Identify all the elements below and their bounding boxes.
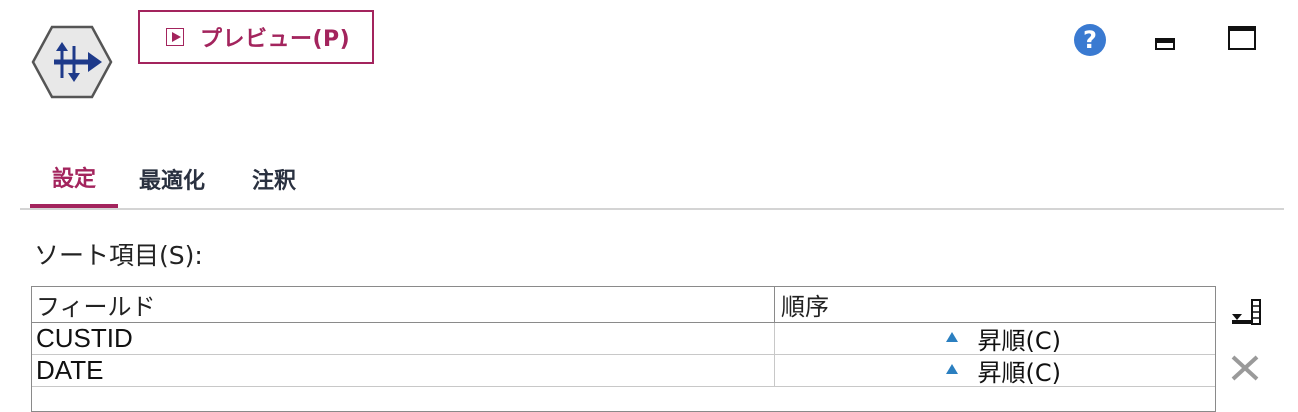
field-cell[interactable]: CUSTID — [32, 323, 775, 354]
order-value: 昇順(C) — [977, 359, 1061, 387]
delete-icon[interactable] — [1230, 354, 1260, 382]
tab-optimization[interactable]: 最適化 — [130, 150, 214, 208]
tab-settings[interactable]: 設定 — [30, 150, 118, 208]
column-header-field[interactable]: フィールド — [32, 287, 775, 322]
sort-fields-label: ソート項目(S): — [34, 241, 203, 270]
tab-annotations[interactable]: 注釈 — [242, 150, 306, 208]
play-icon — [166, 28, 184, 46]
preview-button[interactable]: プレビュー(P) — [138, 10, 374, 64]
order-value: 昇順(C) — [977, 327, 1061, 355]
table-row[interactable]: CUSTID 昇順(C) — [32, 323, 1215, 355]
help-icon[interactable]: ? — [1074, 24, 1106, 56]
add-field-icon[interactable] — [1230, 298, 1262, 326]
table-row[interactable]: DATE 昇順(C) — [32, 355, 1215, 387]
minimize-icon[interactable] — [1155, 38, 1175, 50]
order-cell[interactable]: 昇順(C) — [775, 323, 1215, 355]
preview-button-label: プレビュー(P) — [200, 27, 351, 52]
sort-fields-table: フィールド 順序 CUSTID 昇順(C) DATE 昇順(C) — [31, 286, 1216, 412]
field-cell[interactable]: DATE — [32, 355, 775, 386]
order-cell[interactable]: 昇順(C) — [775, 355, 1215, 387]
tab-bar: 設定 最適化 注釈 — [20, 150, 1284, 210]
column-header-order[interactable]: 順序 — [775, 287, 1215, 322]
ascending-icon — [945, 331, 958, 342]
maximize-icon[interactable] — [1228, 26, 1256, 50]
sort-node-icon — [30, 24, 114, 100]
table-header: フィールド 順序 — [32, 287, 1215, 323]
ascending-icon — [945, 363, 958, 374]
